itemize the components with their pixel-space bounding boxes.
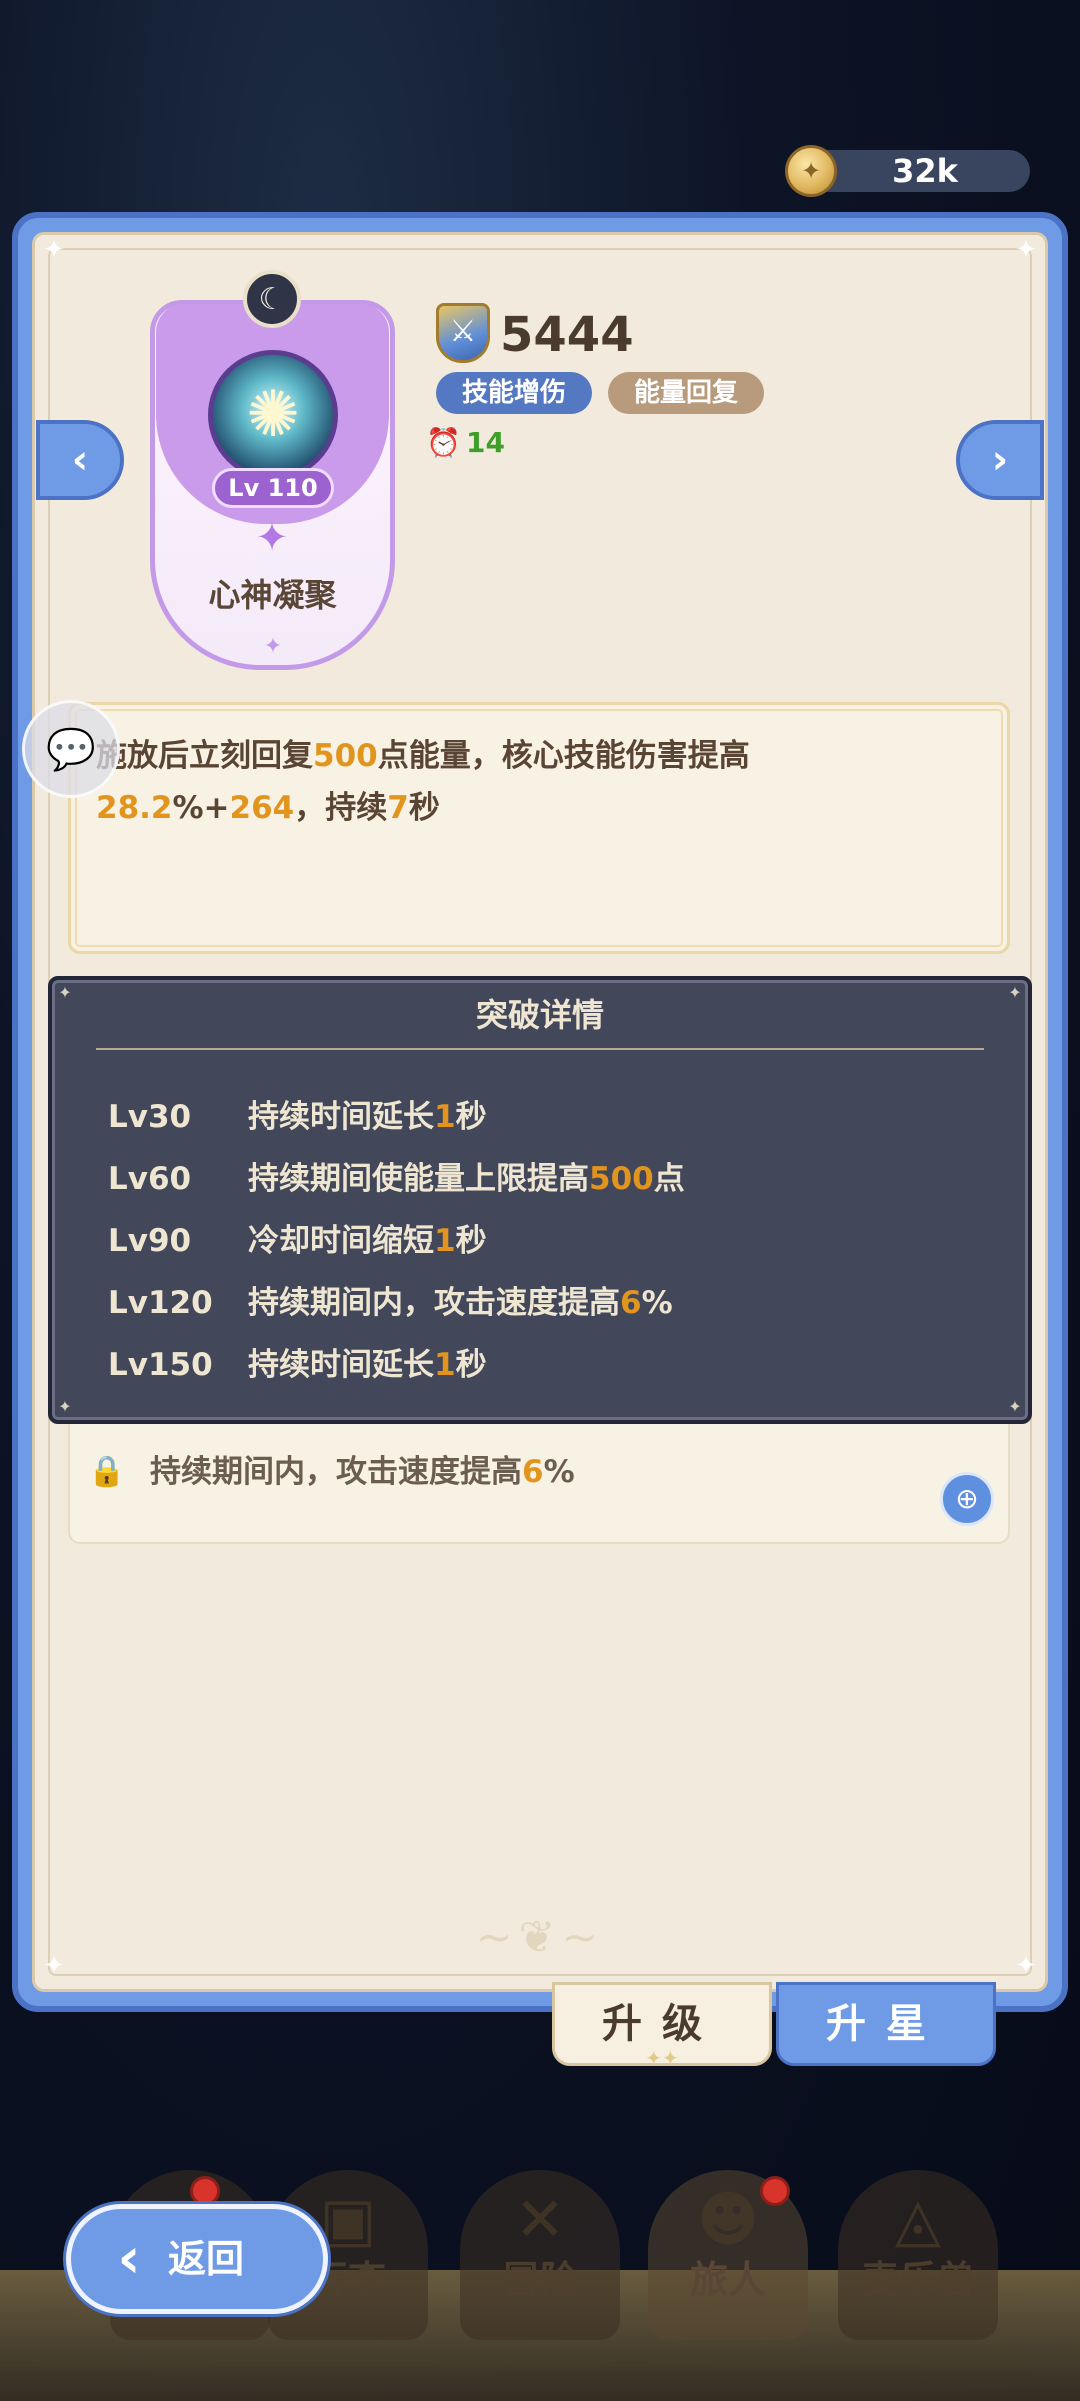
power-value: 5444 — [500, 307, 634, 363]
breakthrough-row: Lv30 持续时间延长1秒 — [108, 1092, 988, 1142]
sparkle-icon: ✦✦ — [645, 2046, 679, 2070]
notification-dot — [190, 2176, 220, 2206]
desc-text: ，持续 — [294, 790, 388, 826]
desc-text: 秒 — [408, 790, 440, 826]
zoom-in-button[interactable]: ⊕ — [940, 1472, 994, 1526]
sun-glyph-icon: ✺ — [246, 378, 300, 452]
corner-star-icon: ✦ — [1015, 235, 1037, 265]
nav-item-adventure[interactable]: ✕ 冒险 — [460, 2170, 620, 2340]
effect-text: 冷却时间缩短 — [248, 1223, 434, 1259]
corner-star-icon: ✦ — [58, 1397, 72, 1416]
currency-value: 32k — [892, 152, 958, 190]
tag-skill-damage: 技能增伤 — [436, 372, 592, 414]
effect-text: 持续期间使能量上限提高 — [248, 1161, 589, 1197]
nav-item-pets[interactable]: ◬ 麦乐兽 — [838, 2170, 998, 2340]
locked-effect-text: 持续期间内，攻击速度提高6% — [150, 1447, 850, 1497]
cooldown-value: 14 — [466, 426, 505, 459]
magnifier-icon: ⊕ — [955, 1482, 979, 1515]
previous-skill-button[interactable]: ‹ — [36, 420, 124, 500]
breakthrough-level: Lv150 — [108, 1347, 213, 1383]
nav-label: 麦乐兽 — [860, 2258, 975, 2302]
breakthrough-effect: 冷却时间缩短1秒 — [248, 1216, 487, 1266]
desc-value: 264 — [229, 790, 295, 826]
breakthrough-level: Lv30 — [108, 1099, 192, 1135]
effect-value: 1 — [434, 1099, 456, 1135]
next-skill-button[interactable]: › — [956, 420, 1044, 500]
bottom-ornament: ~❦~ — [475, 1912, 605, 1963]
breakthrough-row: Lv90 冷却时间缩短1秒 — [108, 1216, 988, 1266]
back-label: 返回 — [168, 2237, 245, 2281]
fox-icon: ◬ — [894, 2185, 942, 2255]
corner-star-icon: ✦ — [1008, 1397, 1022, 1416]
skill-description: 施放后立刻回复500点能量，核心技能伤害提高 28.2%+264，持续7秒 — [96, 730, 976, 850]
corner-star-icon: ✦ — [43, 1951, 65, 1981]
breakthrough-row: Lv150 持续时间延长1秒 — [108, 1340, 988, 1390]
effect-text: 持续期间内，攻击速度提高 — [248, 1285, 620, 1321]
effect-value: 1 — [434, 1347, 456, 1383]
chevron-right-icon: › — [991, 437, 1009, 483]
desc-value: 28.2 — [96, 790, 173, 826]
breakthrough-effect: 持续期间使能量上限提高500点 — [248, 1154, 685, 1204]
breakthrough-row: Lv60 持续期间使能量上限提高500点 — [108, 1154, 988, 1204]
alarm-clock-icon: ⏰ — [426, 426, 461, 459]
moon-icon: ☾ — [243, 270, 301, 328]
star-up-button[interactable]: 升星 — [776, 1982, 996, 2066]
corner-star-icon: ✦ — [43, 235, 65, 265]
nav-label: 旅人 — [689, 2258, 766, 2302]
breakthrough-effect: 持续时间延长1秒 — [248, 1092, 487, 1142]
desc-text: %+ — [172, 790, 230, 826]
breakthrough-effect: 持续时间延长1秒 — [248, 1340, 487, 1390]
desc-value: 500 — [313, 738, 378, 774]
back-arrow-icon: ‹ — [117, 2226, 141, 2291]
chevron-left-icon: ‹ — [71, 437, 89, 483]
effect-value: 6 — [620, 1285, 642, 1321]
effect-text: 持续时间延长 — [248, 1099, 434, 1135]
effect-value: 500 — [589, 1161, 654, 1197]
breakthrough-level: Lv60 — [108, 1161, 192, 1197]
skill-level-badge: Lv 110 — [212, 468, 334, 508]
traveler-avatar-icon: ☻ — [696, 2185, 760, 2255]
tag-energy-recovery: 能量回复 — [608, 372, 764, 414]
crossed-swords-icon: ✕ — [514, 2185, 566, 2255]
effect-unit: 秒 — [455, 1223, 487, 1259]
effect-text: 持续时间延长 — [248, 1347, 434, 1383]
nav-label: 冒险 — [501, 2258, 578, 2302]
notification-dot — [760, 2176, 790, 2206]
chat-bubble-icon[interactable]: 💬 — [22, 700, 120, 798]
effect-value: 6 — [522, 1454, 544, 1490]
desc-text: 点能量，核心技能伤害提高 — [377, 738, 750, 774]
effect-unit: % — [543, 1454, 575, 1490]
desc-value: 7 — [387, 790, 409, 826]
sparkle-icon: ✦ — [255, 515, 289, 561]
effect-unit: 点 — [653, 1161, 685, 1197]
desc-text: 施放后立刻回复 — [96, 738, 313, 774]
breakthrough-level: Lv90 — [108, 1223, 192, 1259]
lock-icon: 🔒 — [88, 1454, 126, 1489]
corner-star-icon: ✦ — [1015, 1951, 1037, 1981]
coin-icon: ✦ — [785, 145, 837, 197]
power-shield-icon: ⚔ — [436, 303, 490, 363]
divider — [96, 1048, 984, 1050]
sparkle-icon: ✦ — [263, 634, 283, 659]
effect-unit: 秒 — [455, 1099, 487, 1135]
effect-value: 1 — [434, 1223, 456, 1259]
breakthrough-title: 突破详情 — [475, 996, 604, 1034]
effect-unit: % — [641, 1285, 673, 1321]
effect-unit: 秒 — [455, 1347, 487, 1383]
effect-text: 持续期间内，攻击速度提高 — [150, 1454, 522, 1490]
breakthrough-effect: 持续期间内，攻击速度提高6% — [248, 1278, 673, 1328]
breakthrough-level: Lv120 — [108, 1285, 213, 1321]
breakthrough-row: Lv120 持续期间内，攻击速度提高6% — [108, 1278, 988, 1328]
skill-name: 心神凝聚 — [208, 576, 337, 614]
